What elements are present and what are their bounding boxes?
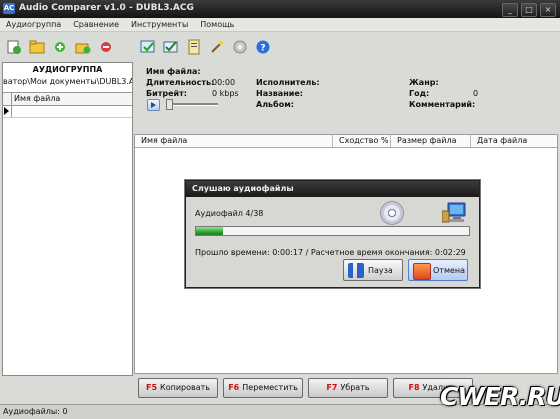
settings-icon[interactable] [232, 39, 248, 55]
seek-slider-thumb[interactable] [166, 99, 173, 110]
menu-audiogroup[interactable]: Аудиогруппа [6, 20, 61, 29]
column-similarity[interactable]: Сходство % [333, 135, 391, 147]
year-label: Год: [409, 89, 430, 98]
audiogroup-title: АУДИОГРУППА [32, 65, 103, 74]
remove-button[interactable]: F7 Убрать [308, 378, 388, 398]
title-label: Название: [256, 89, 303, 98]
table-row[interactable] [3, 105, 132, 118]
column-file-name[interactable]: Имя файла [135, 135, 333, 147]
new-group-icon[interactable] [6, 39, 22, 55]
pause-button[interactable]: Пауза [343, 259, 403, 281]
check-icon[interactable] [163, 39, 179, 55]
duration-label: Длительность: [146, 78, 215, 87]
computer-icon [441, 201, 468, 223]
file-name-label: Имя файла: [146, 67, 201, 76]
pause-icon [348, 263, 364, 278]
stop-icon [413, 263, 431, 280]
pause-label: Пауза [368, 266, 393, 275]
cancel-button[interactable]: Отмена [408, 259, 468, 281]
bitrate-value: 0 kbps [212, 89, 239, 98]
svg-text:?: ? [260, 43, 265, 53]
add-icon[interactable] [52, 39, 68, 55]
duration-value: 00:00 [212, 78, 236, 87]
row-pointer-icon [4, 107, 9, 115]
progress-dialog: Слушаю аудиофайлы Аудиофайл 4/38 Прошло … [185, 180, 480, 288]
file-info: Имя файла: Длительность: 00:00 Битрейт: … [134, 62, 558, 116]
open-folder-icon[interactable] [29, 39, 45, 55]
play-button[interactable] [147, 99, 160, 111]
progress-bar [195, 226, 470, 236]
menu-tools[interactable]: Инструменты [131, 20, 188, 29]
app-icon: AC [3, 3, 15, 14]
seek-slider[interactable] [168, 103, 218, 106]
audiogroup-path: ватор\Мои документы\DUBL3.ACG [3, 77, 132, 86]
wand-icon[interactable] [209, 39, 225, 55]
right-toolbar: ? [140, 33, 271, 60]
menu-compare[interactable]: Сравнение [73, 20, 119, 29]
compare-icon[interactable] [140, 39, 156, 55]
window-title: Audio Comparer v1.0 - DUBL3.ACG [19, 3, 194, 13]
watermark-logo: CWER.RU [432, 370, 560, 416]
column-file-name[interactable]: Имя файла [14, 94, 60, 103]
file-list-header: Имя файла Сходство % Размер файла Дата ф… [135, 135, 557, 148]
cancel-label: Отмена [433, 266, 466, 275]
title-bar[interactable]: AC Audio Comparer v1.0 - DUBL3.ACG _ □ × [0, 0, 560, 18]
column-file-size[interactable]: Размер файла [391, 135, 471, 147]
dialog-title: Слушаю аудиофайлы [186, 181, 479, 197]
audiogroup-panel: АУДИОГРУППА ватор\Мои документы\DUBL3.AC… [2, 62, 133, 376]
maximize-button[interactable]: □ [521, 3, 537, 17]
left-toolbar [6, 33, 114, 60]
document-icon[interactable] [186, 39, 202, 55]
album-label: Альбом: [256, 100, 294, 109]
artist-label: Исполнитель: [256, 78, 320, 87]
menu-bar: Аудиогруппа Сравнение Инструменты Помощь [0, 18, 560, 32]
remove-icon[interactable] [98, 39, 114, 55]
menu-help[interactable]: Помощь [200, 20, 234, 29]
close-button[interactable]: × [540, 3, 556, 17]
status-text: Аудиофайлы: 0 [3, 407, 68, 416]
watermark-text: CWER.RU [440, 382, 560, 411]
cd-icon [380, 201, 404, 225]
help-icon[interactable]: ? [255, 39, 271, 55]
file-counter: Аудиофайл 4/38 [195, 209, 264, 218]
genre-label: Жанр: [409, 78, 439, 87]
progress-bar-fill [196, 227, 224, 235]
time-status: Прошло времени: 0:00:17 / Расчетное врем… [195, 248, 466, 257]
copy-button[interactable]: F5 Копировать [138, 378, 218, 398]
app-window: AC Audio Comparer v1.0 - DUBL3.ACG _ □ ×… [0, 0, 560, 419]
comment-label: Комментарий: [409, 100, 476, 109]
move-button[interactable]: F6 Переместить [223, 378, 303, 398]
bitrate-label: Битрейт: [146, 89, 187, 98]
year-value: 0 [473, 89, 479, 98]
add-folder-icon[interactable] [75, 39, 91, 55]
audiogroup-header: Имя файла [3, 92, 132, 106]
minimize-button[interactable]: _ [502, 3, 518, 17]
column-file-date[interactable]: Дата файла [471, 135, 557, 147]
